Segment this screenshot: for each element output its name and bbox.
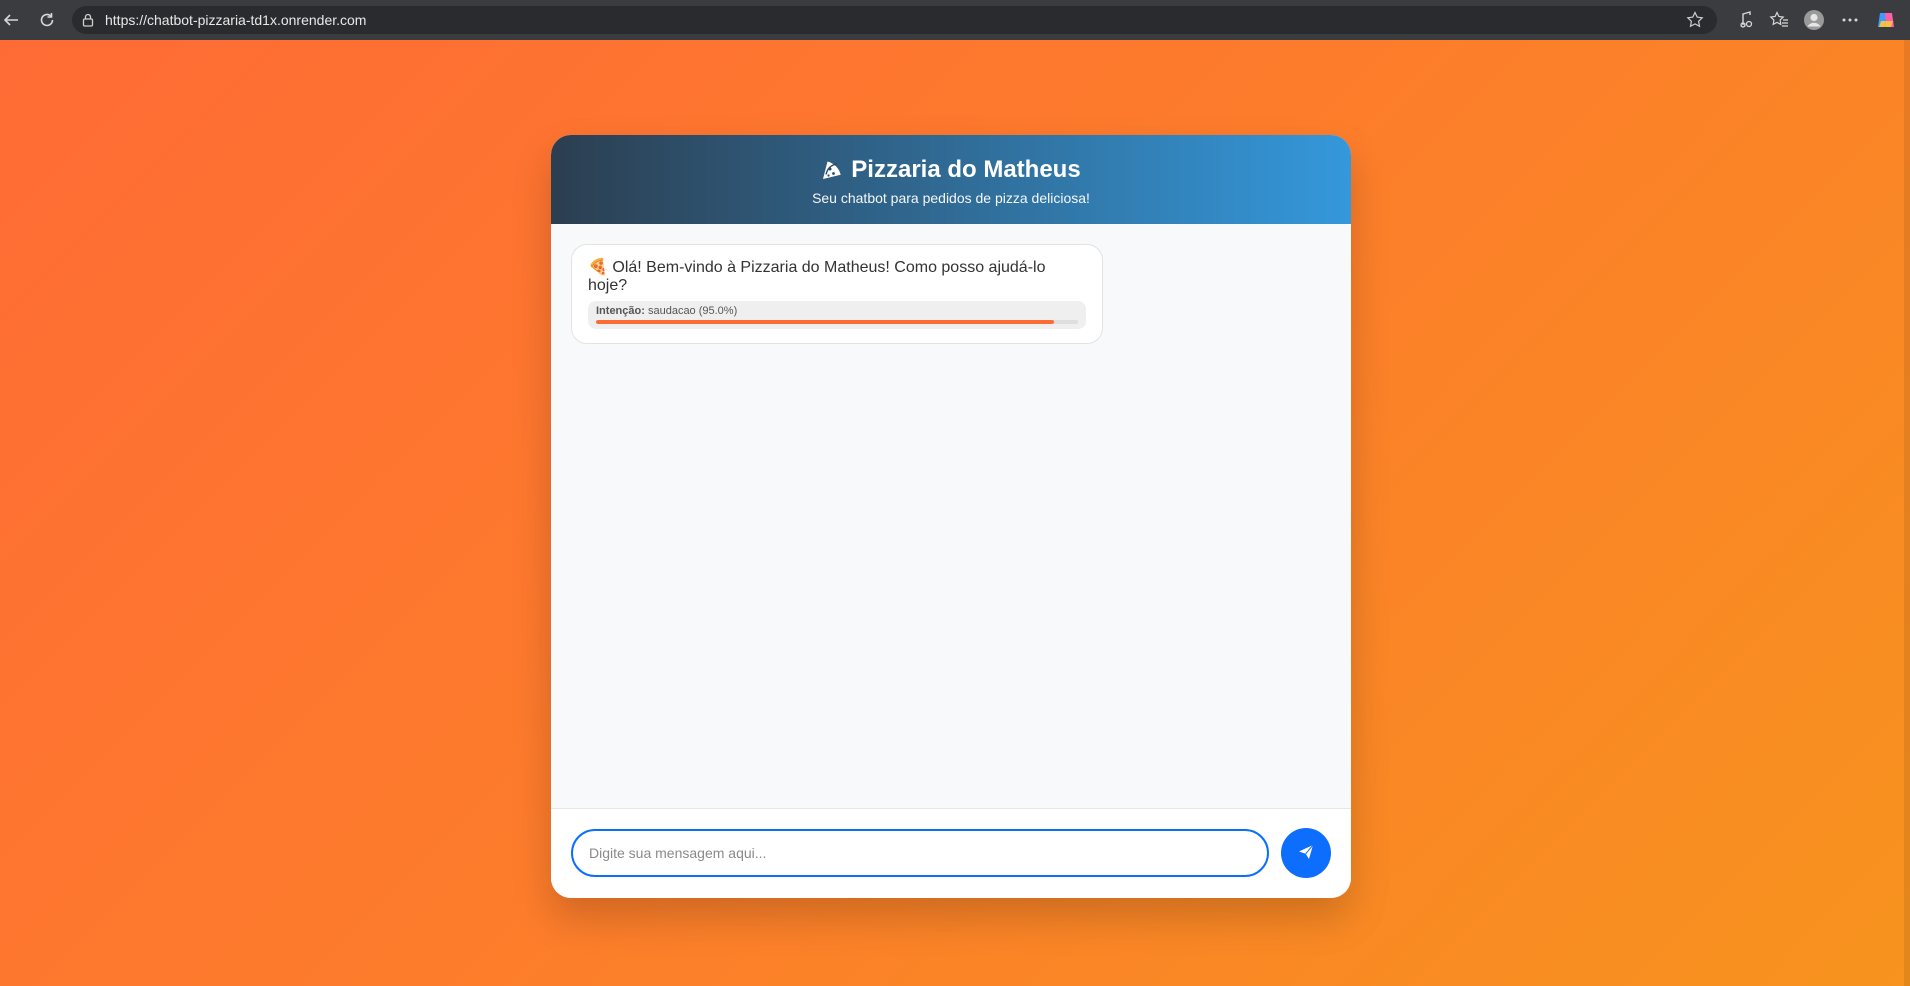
read-aloud-icon[interactable] xyxy=(1733,9,1755,31)
confidence-bar-track xyxy=(596,320,1078,324)
more-options-icon[interactable] xyxy=(1839,9,1861,31)
intent-info: Intenção: saudacao (95.0%) xyxy=(588,301,1086,329)
copilot-icon[interactable] xyxy=(1875,9,1897,31)
intent-row: Intenção: saudacao (95.0%) xyxy=(596,305,1078,317)
pizza-slice-icon xyxy=(821,159,843,181)
favorites-icon[interactable] xyxy=(1768,9,1790,31)
chat-title-row: Pizzaria do Matheus xyxy=(551,156,1351,184)
intent-label: Intenção: xyxy=(596,305,645,317)
messages-area: 🍕 Olá! Bem-vindo à Pizzaria do Matheus! … xyxy=(551,224,1351,808)
send-button[interactable] xyxy=(1281,828,1331,878)
favorite-star-icon[interactable] xyxy=(1685,10,1705,30)
bot-message-text: Olá! Bem-vindo à Pizzaria do Matheus! Co… xyxy=(588,259,1046,294)
url-text: https://chatbot-pizzaria-td1x.onrender.c… xyxy=(105,12,367,28)
chat-container: Pizzaria do Matheus Seu chatbot para ped… xyxy=(551,135,1351,898)
reload-icon[interactable] xyxy=(36,9,58,31)
send-icon xyxy=(1298,844,1314,863)
lock-icon xyxy=(80,12,96,28)
message-input[interactable] xyxy=(571,829,1269,877)
chat-title: Pizzaria do Matheus xyxy=(851,156,1081,183)
chat-header: Pizzaria do Matheus Seu chatbot para ped… xyxy=(551,135,1351,224)
browser-toolbar: https://chatbot-pizzaria-td1x.onrender.c… xyxy=(0,0,1910,40)
pizza-emoji-icon: 🍕 xyxy=(588,259,608,276)
bot-message: 🍕 Olá! Bem-vindo à Pizzaria do Matheus! … xyxy=(571,244,1103,344)
back-arrow-icon[interactable] xyxy=(0,9,22,31)
address-bar[interactable]: https://chatbot-pizzaria-td1x.onrender.c… xyxy=(72,6,1717,34)
input-area xyxy=(551,808,1351,898)
profile-avatar-icon[interactable] xyxy=(1803,9,1825,31)
chat-subtitle: Seu chatbot para pedidos de pizza delici… xyxy=(812,190,1090,206)
confidence-bar-fill xyxy=(596,320,1054,324)
bot-message-text-row: 🍕 Olá! Bem-vindo à Pizzaria do Matheus! … xyxy=(588,259,1086,295)
intent-value: saudacao (95.0%) xyxy=(647,305,738,317)
